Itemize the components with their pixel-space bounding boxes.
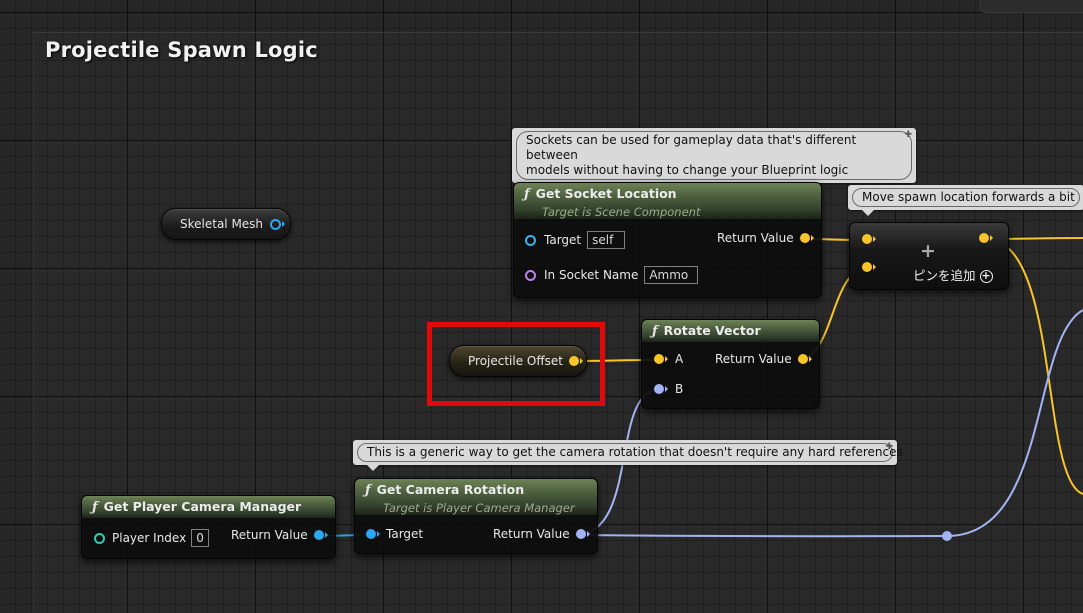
node-header: ƒ Get Player Camera Manager xyxy=(82,496,335,518)
return-value-pin[interactable] xyxy=(797,354,808,364)
rotate-a-pin-row[interactable]: A xyxy=(654,352,683,366)
target-input-pin[interactable] xyxy=(366,529,376,539)
node-subtitle: Target is Player Camera Manager xyxy=(383,501,575,515)
pin-arrow-icon xyxy=(873,236,876,242)
socket-name-input-pin[interactable] xyxy=(525,269,536,281)
add-pin-label: ピンを追加 xyxy=(913,268,976,283)
pin-comment-icon[interactable]: ✚ xyxy=(904,131,912,140)
cam-rotation-return-pin-row[interactable]: Return Value xyxy=(493,527,590,541)
pin-arrow-icon xyxy=(808,356,812,362)
node-header: ƒ Get Socket Location Target is Scene Com… xyxy=(514,183,821,219)
comment-bubble-camera[interactable]: This is a generic way to get the camera … xyxy=(353,440,903,471)
return-value-pin[interactable] xyxy=(313,530,324,540)
function-icon: ƒ xyxy=(365,483,371,498)
node-subtitle: Target is Scene Component xyxy=(542,205,701,219)
pin-arrow-icon xyxy=(665,356,668,362)
node-title: Get Player Camera Manager xyxy=(103,499,302,514)
pin-arrow-icon xyxy=(990,235,993,241)
get-player-camera-manager-node[interactable]: ƒ Get Player Camera Manager xyxy=(81,495,336,559)
comment-bubble-text: Sockets can be used for gameplay data th… xyxy=(516,131,912,180)
node-title: Get Socket Location xyxy=(535,186,677,201)
return-value-label: Return Value xyxy=(493,527,570,541)
return-value-label: Return Value xyxy=(717,231,794,245)
highlight-box xyxy=(427,322,605,406)
return-value-label: Return Value xyxy=(231,528,308,542)
node-header: ƒ Rotate Vector xyxy=(642,320,819,342)
a-input-pin[interactable] xyxy=(654,354,664,364)
socket-name-pin-label: In Socket Name xyxy=(544,268,639,282)
target-input-pin[interactable] xyxy=(525,234,536,246)
pin-arrow-icon xyxy=(586,531,590,537)
cam-manager-return-pin-row[interactable]: Return Value xyxy=(231,528,328,542)
player-index-label: Player Index xyxy=(112,531,187,545)
skeletal-mesh-output-pin[interactable] xyxy=(270,218,282,230)
comment-bubble-text: Move spawn location forwards a bit xyxy=(852,188,1080,207)
get-camera-rotation-node[interactable]: ƒ Get Camera Rotation Target is Player Ca… xyxy=(354,478,598,554)
add-operator-icon: + xyxy=(920,240,936,262)
pin-arrow-icon xyxy=(282,221,286,227)
socket-name-pin-row[interactable]: In Socket Name Ammo xyxy=(525,266,699,284)
player-index-field[interactable]: 0 xyxy=(191,529,209,547)
return-value-label: Return Value xyxy=(715,352,792,366)
rotate-b-pin-row[interactable]: B xyxy=(654,382,683,396)
skeletal-mesh-label: Skeletal Mesh xyxy=(180,217,264,231)
rotate-return-pin-row[interactable]: Return Value xyxy=(715,352,812,366)
canvas-top-tab xyxy=(980,0,1083,13)
add-output-pin[interactable] xyxy=(979,233,989,243)
target-pin-label: Target xyxy=(386,527,424,541)
bubble-tail xyxy=(367,465,379,471)
skeletal-mesh-node[interactable]: Skeletal Mesh xyxy=(161,208,291,240)
function-icon: ƒ xyxy=(652,324,658,339)
node-header: ƒ Get Camera Rotation Target is Player Ca… xyxy=(355,479,597,515)
node-title: Get Camera Rotation xyxy=(376,482,525,497)
comment-bubble-text: This is a generic way to get the camera … xyxy=(357,443,903,462)
pin-arrow-icon xyxy=(873,264,876,270)
function-icon: ƒ xyxy=(524,187,530,202)
add-input-pin-1[interactable] xyxy=(862,234,876,244)
add-input-pin-2[interactable] xyxy=(862,262,876,272)
target-default-field[interactable]: self xyxy=(587,231,626,249)
player-index-input-pin[interactable] xyxy=(94,532,105,544)
comment-title[interactable]: Projectile Spawn Logic xyxy=(45,38,318,62)
function-icon: ƒ xyxy=(92,500,98,515)
add-output-pin-row[interactable] xyxy=(979,233,993,243)
socket-name-field[interactable]: Ammo xyxy=(644,266,699,284)
return-value-pin[interactable] xyxy=(799,233,810,243)
player-index-pin-row[interactable]: Player Index 0 xyxy=(94,529,209,547)
cam-rotation-target-pin-row[interactable]: Target xyxy=(366,527,423,541)
socket-return-pin-row[interactable]: Return Value xyxy=(717,231,814,245)
comment-bubble-sockets[interactable]: Sockets can be used for gameplay data th… xyxy=(512,128,916,189)
add-input-b-pin[interactable] xyxy=(862,262,872,272)
b-pin-label: B xyxy=(675,382,684,396)
target-pin-label: Target xyxy=(544,233,582,247)
pin-arrow-icon xyxy=(377,531,380,537)
socket-target-pin-row[interactable]: Target self xyxy=(525,231,626,249)
bubble-tail xyxy=(862,210,874,216)
add-input-a-pin[interactable] xyxy=(862,234,872,244)
pin-arrow-icon xyxy=(665,386,668,392)
return-value-pin[interactable] xyxy=(575,529,586,539)
pin-comment-icon[interactable]: ✚ xyxy=(885,443,893,452)
comment-bubble-move-spawn[interactable]: Move spawn location forwards a bit xyxy=(848,185,1083,216)
pin-arrow-icon xyxy=(324,532,328,538)
pin-arrow-icon xyxy=(810,235,814,241)
a-pin-label: A xyxy=(675,352,684,366)
node-title: Rotate Vector xyxy=(663,323,761,338)
b-input-pin[interactable] xyxy=(654,384,664,394)
add-circle-icon: + xyxy=(979,269,993,283)
add-pin-button[interactable]: ピンを追加 + xyxy=(913,265,993,284)
